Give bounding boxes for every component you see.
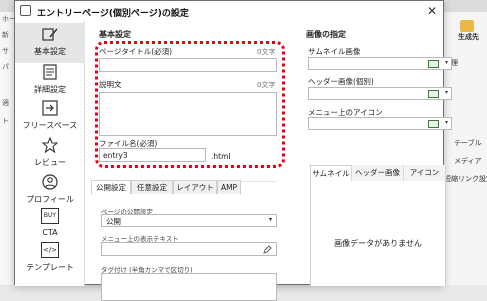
tags-input[interactable] — [101, 273, 277, 301]
folder-icon — [460, 20, 474, 32]
sidebar-item-template[interactable]: </> テンプレート — [15, 239, 85, 279]
sidebar-item-freespace[interactable]: フリースペース — [15, 97, 85, 137]
sidebar-item-label: 基本設定 — [15, 46, 85, 57]
header-image-label: ヘッダー画像(個別) — [308, 76, 374, 87]
sidebar-item-label: CTA — [15, 228, 85, 237]
chevron-down-icon: ▾ — [445, 89, 448, 96]
bg-shortlink: 短縮リンク設定 — [444, 174, 487, 184]
image-icon — [428, 120, 439, 128]
tab-icon[interactable]: アイコン — [404, 165, 446, 181]
entry-settings-dialog: エントリーページ(個別ページ)の設定 ✕ 基本設定 詳細設定 フリースペース レ… — [14, 0, 444, 285]
dialog-title: エントリーページ(個別ページ)の設定 — [37, 6, 189, 19]
section-title-basic: 基本設定 — [99, 29, 131, 40]
sidebar-item-label: レビュー — [15, 157, 85, 168]
menu-text-input[interactable] — [101, 242, 277, 256]
thumbnail-label: サムネイル画像 — [308, 46, 360, 57]
tab-optional[interactable]: 任意設定 — [131, 180, 173, 194]
image-preview: 画像データがありません — [310, 181, 446, 286]
section-title-images: 画像の指定 — [306, 29, 346, 40]
tab-amp[interactable]: AMP — [217, 180, 241, 194]
menu-icon-select[interactable]: ▾ — [308, 117, 452, 130]
tab-publish[interactable]: 公開設定 — [91, 180, 131, 194]
publish-select[interactable]: 公開 ▾ — [101, 214, 277, 227]
details-icon — [41, 64, 59, 80]
review-icon — [41, 137, 59, 153]
background-right-pane: 生成先 管理 テーブル メディア 短縮リンク設定 — [444, 12, 487, 285]
sidebar-item-review[interactable]: レビュー — [15, 134, 85, 174]
sidebar-item-label: プロフィール — [15, 194, 85, 205]
profile-icon — [41, 174, 59, 190]
freespace-icon — [41, 100, 59, 116]
no-image-message: 画像データがありません — [311, 238, 445, 249]
header-image-select[interactable]: ▾ — [308, 87, 452, 100]
chevron-down-icon: ▾ — [445, 59, 448, 66]
image-icon — [428, 90, 439, 98]
tab-thumbnail[interactable]: サムネイル — [310, 165, 352, 181]
settings-sidebar: 基本設定 詳細設定 フリースペース レビュー プロフィール BUY CTA </… — [15, 21, 85, 286]
bg-generate-target: 生成先 — [458, 32, 479, 42]
bg-table: テーブル — [454, 138, 482, 148]
chevron-down-icon: ▾ — [445, 119, 448, 126]
image-icon — [428, 60, 439, 68]
app-icon — [20, 5, 31, 16]
sidebar-item-basic[interactable]: 基本設定 — [15, 23, 85, 63]
sidebar-item-label: フリースペース — [15, 120, 85, 131]
tab-header-image[interactable]: ヘッダー画像 — [352, 165, 404, 181]
sidebar-item-label: 詳細設定 — [15, 84, 85, 95]
highlight-annotation — [95, 41, 285, 168]
dialog-titlebar: エントリーページ(個別ページ)の設定 ✕ — [15, 1, 443, 21]
preview-tabs: サムネイル ヘッダー画像 アイコン — [310, 165, 446, 181]
thumbnail-select[interactable]: ▾ — [308, 57, 452, 70]
pencil-icon[interactable] — [263, 245, 272, 254]
close-button[interactable]: ✕ — [427, 4, 437, 18]
buy-icon: BUY — [41, 208, 59, 224]
publish-select-value: 公開 — [106, 217, 121, 226]
bg-media: メディア — [454, 156, 482, 166]
edit-icon — [41, 26, 59, 42]
template-icon: </> — [41, 242, 59, 258]
chevron-down-icon: ▾ — [269, 216, 272, 223]
sidebar-item-details[interactable]: 詳細設定 — [15, 61, 85, 101]
tab-layout[interactable]: レイアウト — [173, 180, 217, 194]
sidebar-item-label: テンプレート — [15, 262, 85, 273]
